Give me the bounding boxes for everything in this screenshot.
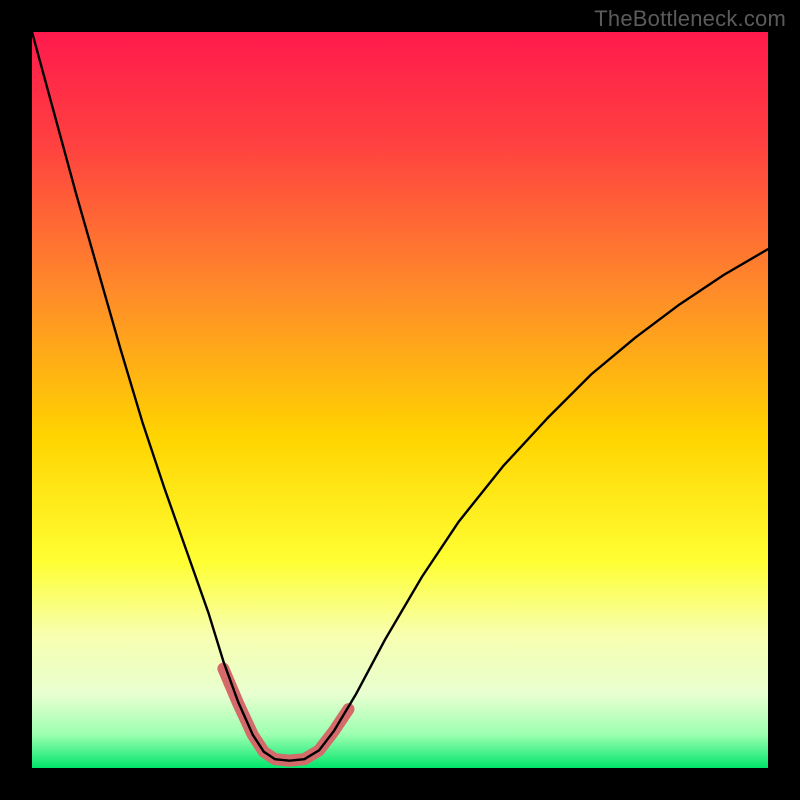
- gradient-background: [32, 32, 768, 768]
- chart-frame: TheBottleneck.com: [0, 0, 800, 800]
- plot-area: [32, 32, 768, 768]
- watermark-text: TheBottleneck.com: [594, 6, 786, 32]
- chart-canvas: [32, 32, 768, 768]
